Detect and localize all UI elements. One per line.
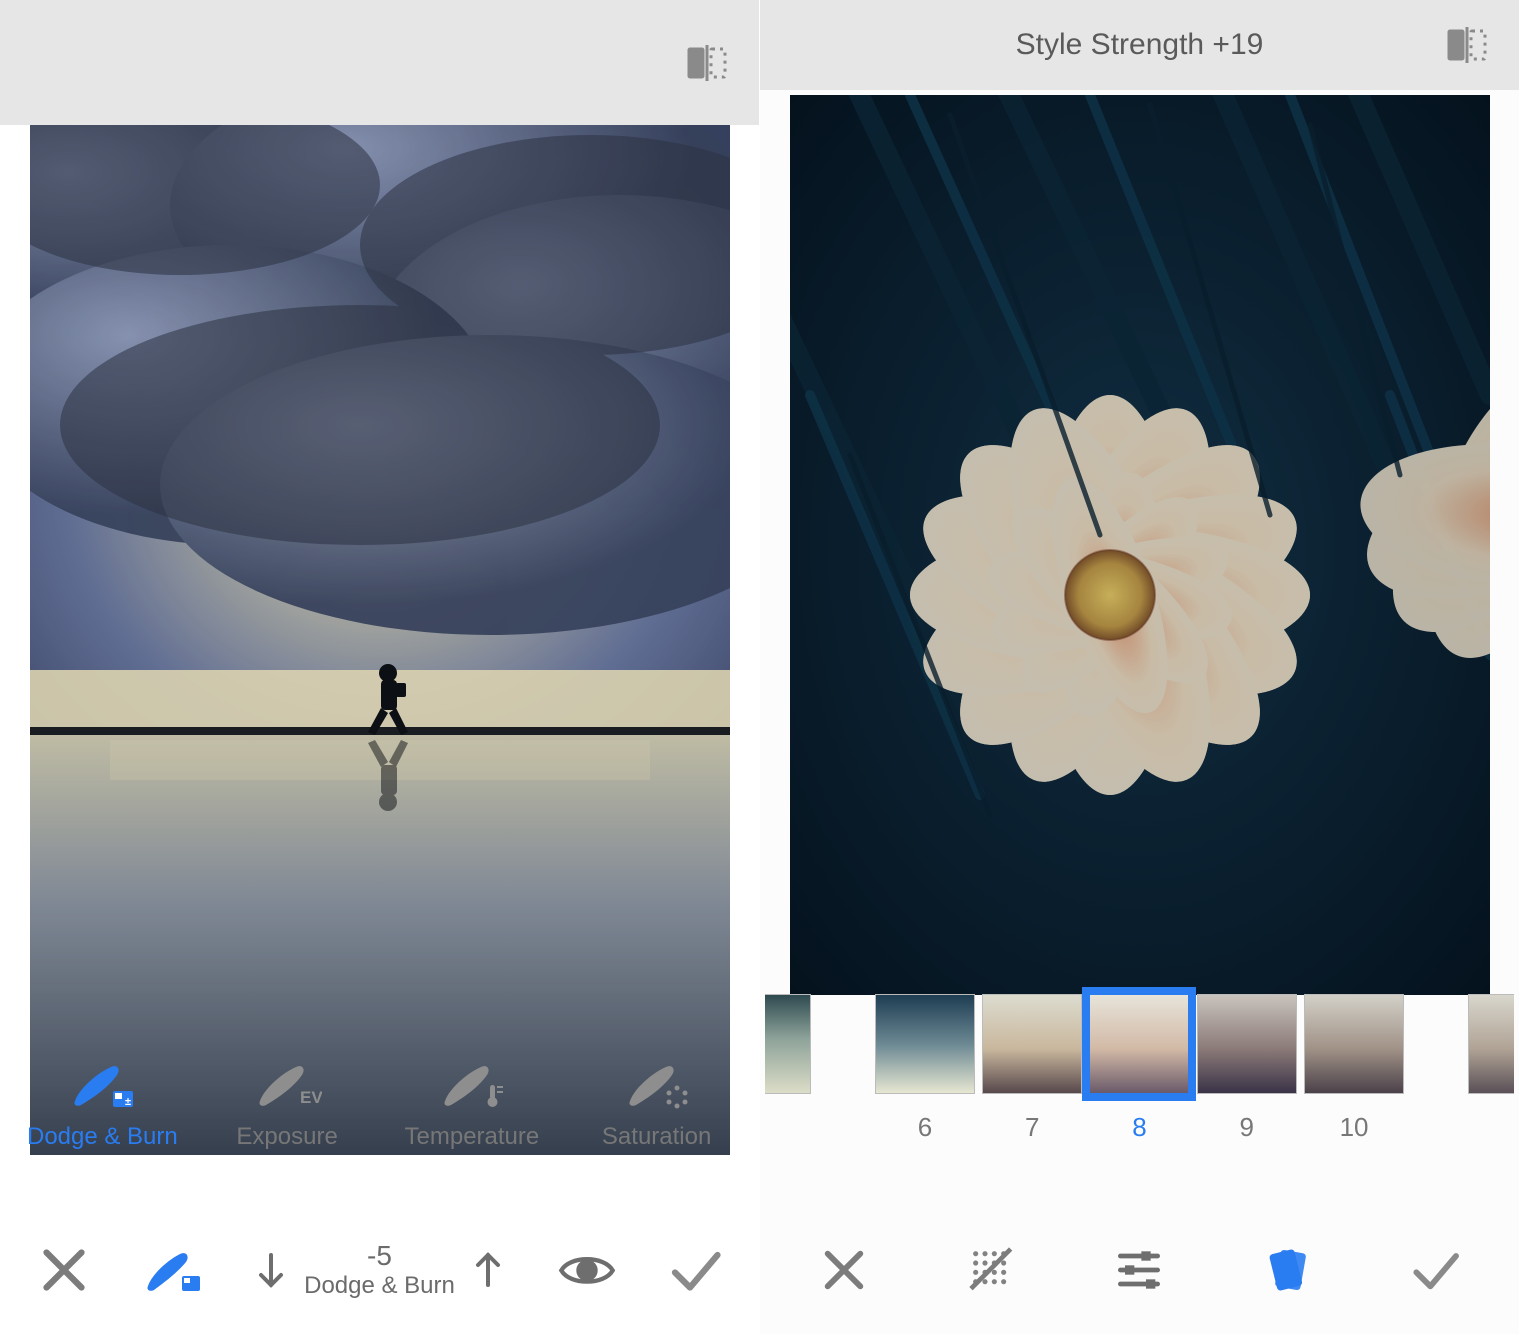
style-label: 6 (918, 1112, 932, 1143)
swatch-icon (1089, 994, 1189, 1094)
style-strip[interactable]: 6 7 8 9 10 (760, 994, 1519, 1194)
swatch-icon (1304, 994, 1404, 1094)
adjust-label: Temperature (405, 1123, 540, 1151)
swatch-icon (875, 994, 975, 1094)
swatch-icon (1468, 994, 1514, 1094)
stepper-name: Dodge & Burn (304, 1272, 455, 1300)
styles-button[interactable] (1259, 1242, 1315, 1298)
apply-button[interactable] (1407, 1242, 1463, 1298)
adjust-dodge-burn[interactable]: ± Dodge & Burn (17, 1061, 187, 1151)
adjust-label: Dodge & Burn (27, 1123, 178, 1151)
style-thumb-edge-right[interactable] (1408, 994, 1515, 1112)
screen-left: ± Dodge & Burn EV Exposure (0, 0, 759, 1334)
style-label: 8 (1132, 1112, 1146, 1143)
preview-button[interactable] (557, 1240, 617, 1300)
brush-temperature-icon (437, 1061, 507, 1109)
increase-icon[interactable] (467, 1249, 509, 1291)
texture-button[interactable] (964, 1242, 1020, 1298)
swatch-icon (1197, 994, 1297, 1094)
style-label: 7 (1025, 1112, 1039, 1143)
brush-mode-button[interactable] (142, 1240, 202, 1300)
swatch-icon (982, 994, 1082, 1094)
cancel-button[interactable] (34, 1240, 94, 1300)
brush-exposure-icon: EV (252, 1061, 322, 1109)
adjust-label: Exposure (236, 1123, 337, 1151)
style-thumb-9[interactable]: 9 (1193, 994, 1300, 1143)
image-canvas-right[interactable] (790, 95, 1490, 995)
adjust-label: Saturation (602, 1123, 711, 1151)
tune-button[interactable] (1111, 1242, 1167, 1298)
brush-saturation-icon (622, 1061, 692, 1109)
image-canvas-left[interactable] (30, 125, 730, 1155)
bottombar-left: -5 Dodge & Burn (0, 1206, 759, 1334)
adjust-temperature[interactable]: Temperature (387, 1061, 557, 1151)
style-label: 9 (1240, 1112, 1254, 1143)
adjust-exposure[interactable]: EV Exposure (202, 1061, 372, 1151)
cancel-button[interactable] (816, 1242, 872, 1298)
style-thumb-7[interactable]: 7 (979, 994, 1086, 1143)
topbar-left (0, 0, 759, 125)
screen-right: Style Strength +19 (760, 0, 1519, 1334)
svg-text:EV: EV (300, 1088, 322, 1107)
svg-text:±: ± (125, 1096, 131, 1108)
bottombar-right (760, 1206, 1519, 1334)
style-thumb-edge-left[interactable] (764, 994, 871, 1112)
decrease-icon[interactable] (250, 1249, 292, 1291)
compare-icon[interactable] (1445, 23, 1489, 67)
topbar-right: Style Strength +19 (760, 0, 1519, 90)
style-strength-title: Style Strength +19 (1016, 28, 1264, 62)
style-label: 10 (1340, 1112, 1369, 1143)
apply-button[interactable] (665, 1240, 725, 1300)
adjustments-row: ± Dodge & Burn EV Exposure (0, 1051, 759, 1206)
style-thumb-6[interactable]: 6 (871, 994, 978, 1143)
compare-icon[interactable] (685, 41, 729, 85)
adjust-saturation[interactable]: Saturation (572, 1061, 742, 1151)
style-thumb-8[interactable]: 8 (1086, 994, 1193, 1143)
stepper-value: -5 (367, 1240, 392, 1272)
brush-dodge-burn-icon: ± (67, 1061, 137, 1109)
value-stepper[interactable]: -5 Dodge & Burn (250, 1240, 509, 1300)
style-thumb-10[interactable]: 10 (1300, 994, 1407, 1143)
swatch-icon (765, 994, 811, 1094)
